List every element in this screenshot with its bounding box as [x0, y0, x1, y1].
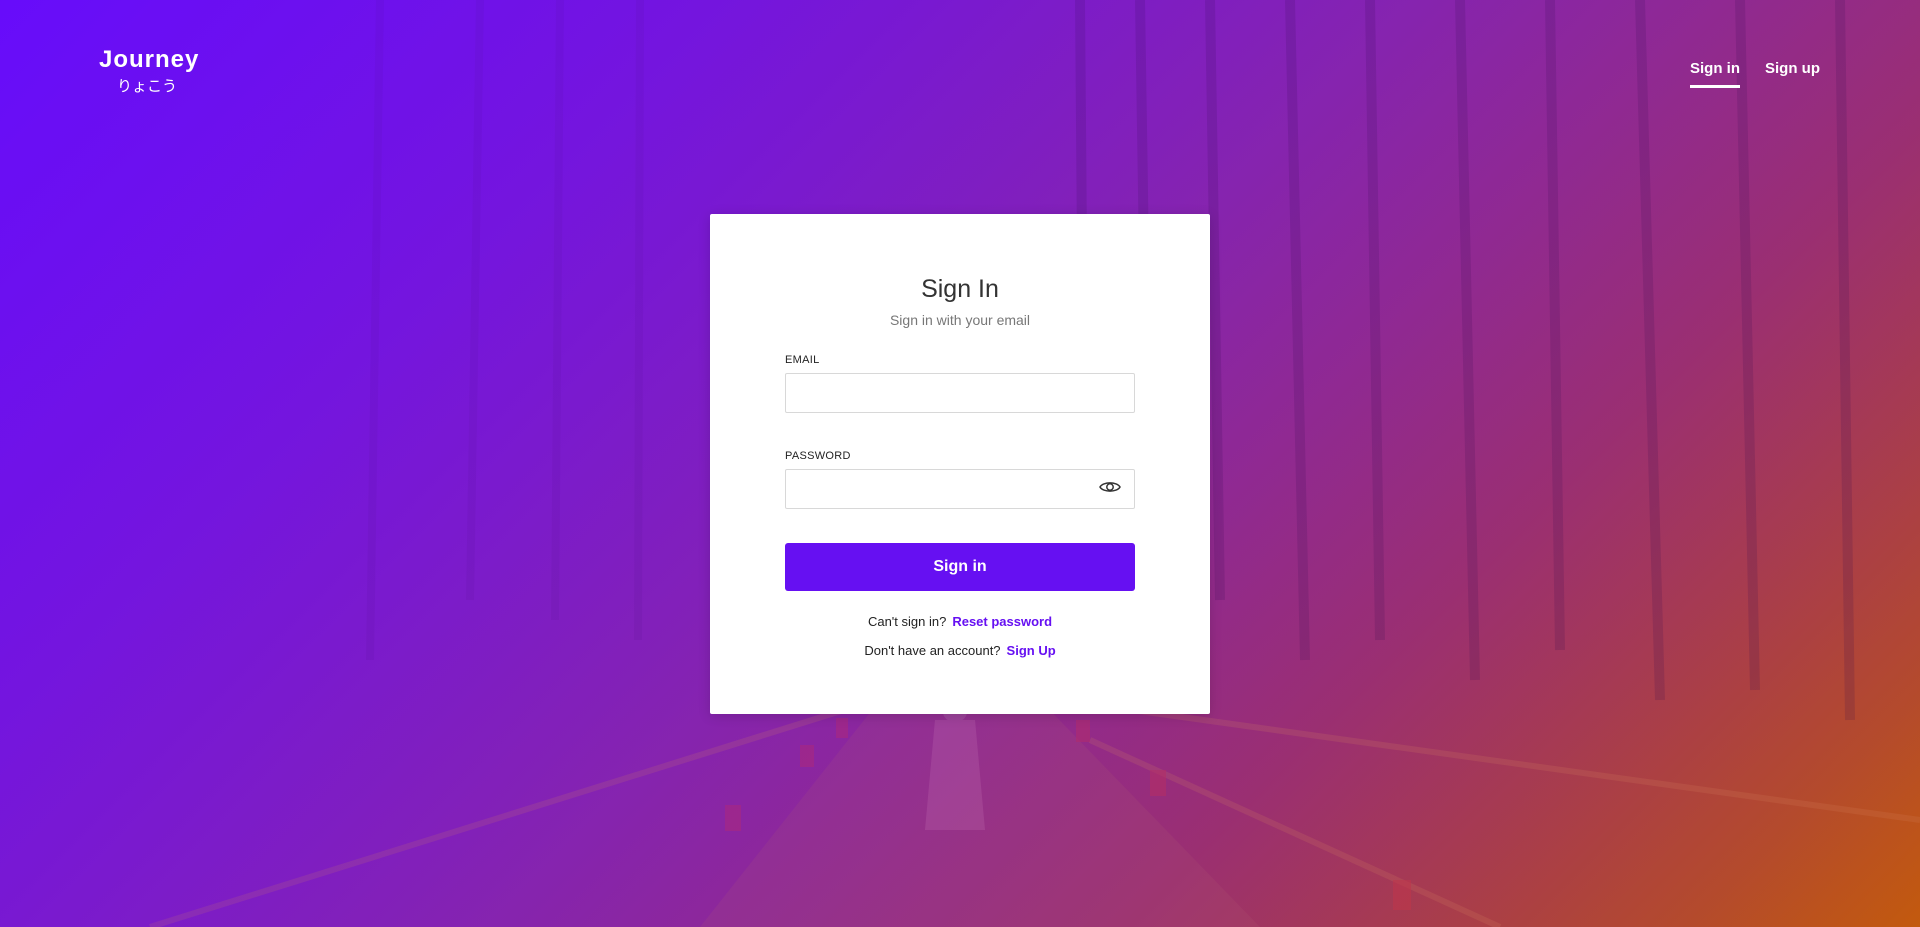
- password-label: PASSWORD: [785, 450, 851, 462]
- sign-up-link[interactable]: Sign Up: [1007, 643, 1056, 658]
- top-nav: Sign in Sign up: [1690, 60, 1820, 88]
- sign-in-button[interactable]: Sign in: [785, 543, 1135, 591]
- nav-sign-up-link[interactable]: Sign up: [1765, 60, 1820, 88]
- cant-sign-in-text: Can't sign in?: [867, 614, 947, 629]
- email-field[interactable]: [785, 373, 1135, 413]
- no-account-text: Don't have an account?: [864, 643, 1001, 658]
- email-label: EMAIL: [785, 354, 820, 366]
- sign-in-card: Sign In Sign in with your email EMAIL PA…: [710, 214, 1210, 714]
- card-subtitle: Sign in with your email: [889, 312, 1031, 328]
- eye-icon[interactable]: [1099, 479, 1121, 495]
- logo[interactable]: Journey りょこう: [99, 46, 200, 96]
- sign-up-line: Don't have an account? Sign Up: [710, 643, 1210, 658]
- card-title: Sign In: [921, 275, 999, 303]
- password-field[interactable]: [785, 469, 1135, 509]
- logo-title: Journey: [99, 46, 200, 73]
- sign-in-page: Journey りょこう Sign in Sign up Sign In Sig…: [0, 0, 1920, 927]
- reset-password-link[interactable]: Reset password: [952, 614, 1052, 629]
- nav-sign-in-link[interactable]: Sign in: [1690, 60, 1740, 88]
- logo-subtitle: りょこう: [116, 77, 177, 95]
- reset-password-line: Can't sign in? Reset password: [710, 614, 1210, 629]
